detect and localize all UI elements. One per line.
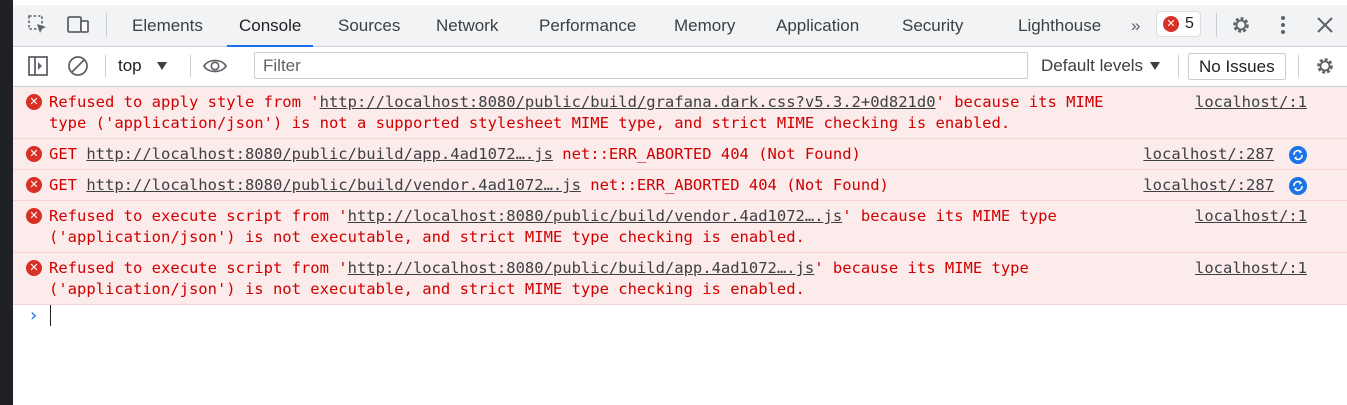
context-selector-label: top (118, 56, 142, 75)
toolbar-divider (190, 55, 191, 77)
console-error-message: ✕ Refused to execute script from 'http://… (13, 201, 1347, 253)
log-levels-label: Default levels (1041, 56, 1144, 75)
devtools-panel: Elements Console Sources Network Performance… (13, 0, 1347, 405)
tab-lighthouse[interactable]: Lighthouse (1006, 5, 1113, 46)
source-location-link[interactable]: localhost/:1 (1195, 92, 1307, 113)
message-prefix: Refused to execute script from ' (49, 259, 348, 277)
network-request-icon[interactable] (1289, 177, 1307, 195)
tab-sources[interactable]: Sources (326, 5, 412, 46)
device-toolbar-icon[interactable] (66, 13, 90, 37)
resource-link[interactable]: http://localhost:8080/public/build/vendo… (86, 176, 581, 194)
message-prefix: GET (49, 176, 87, 194)
close-icon[interactable] (1313, 13, 1337, 37)
more-tabs-button[interactable]: » (1119, 5, 1152, 46)
tabbar-divider (106, 13, 107, 37)
issues-button[interactable]: No Issues (1188, 53, 1286, 80)
console-error-message: ✕ GET http://localhost:8080/public/build/… (13, 170, 1347, 201)
dropdown-arrow-icon (1150, 62, 1161, 70)
dropdown-arrow-icon (156, 62, 167, 70)
error-counter-badge[interactable]: ✕ 5 (1156, 11, 1201, 37)
tab-application[interactable]: Application (764, 5, 871, 46)
message-prefix: Refused to execute script from ' (49, 207, 348, 225)
live-expression-eye-icon[interactable] (203, 54, 227, 78)
error-icon: ✕ (26, 94, 42, 110)
left-gutter (0, 0, 13, 405)
context-selector[interactable]: top (118, 54, 168, 78)
error-icon: ✕ (26, 260, 42, 276)
source-location-link[interactable]: localhost/:1 (1195, 258, 1307, 279)
tab-performance[interactable]: Performance (527, 5, 648, 46)
tab-elements[interactable]: Elements (120, 5, 215, 46)
toolbar-divider (1178, 55, 1179, 77)
tab-console[interactable]: Console (227, 5, 314, 47)
error-icon: ✕ (26, 177, 42, 193)
console-input-caret[interactable] (50, 305, 51, 326)
toolbar-divider (105, 55, 106, 77)
log-levels-dropdown[interactable]: Default levels (1041, 54, 1161, 78)
console-error-message: ✕ GET http://localhost:8080/public/build/… (13, 139, 1347, 170)
message-text: GET http://localhost:8080/public/build/a… (49, 145, 861, 163)
resource-link[interactable]: http://localhost:8080/public/build/app.4… (348, 259, 815, 277)
console-prompt-icon: › (30, 305, 38, 326)
console-toolbar: top Default levels No Issues (13, 47, 1347, 87)
tab-security[interactable]: Security (890, 5, 975, 46)
message-text: Refused to apply style from 'http://loca… (49, 93, 1104, 132)
resource-link[interactable]: http://localhost:8080/public/build/vendo… (348, 207, 843, 225)
clear-console-icon[interactable] (66, 54, 90, 78)
error-icon: ✕ (26, 146, 42, 162)
network-request-icon[interactable] (1289, 146, 1307, 164)
console-error-message: ✕ Refused to apply style from 'http://loc… (13, 87, 1347, 139)
message-text: Refused to execute script from 'http://l… (49, 207, 1057, 246)
devtools-tabbar: Elements Console Sources Network Performance… (13, 5, 1347, 47)
settings-gear-icon[interactable] (1229, 13, 1253, 37)
resource-link[interactable]: http://localhost:8080/public/build/app.4… (86, 145, 553, 163)
console-error-message: ✕ Refused to execute script from 'http://… (13, 253, 1347, 305)
message-suffix: net::ERR_ABORTED 404 (Not Found) (580, 176, 889, 194)
toolbar-divider (1298, 55, 1299, 77)
source-location-link[interactable]: localhost/:1 (1195, 206, 1307, 227)
message-suffix: net::ERR_ABORTED 404 (Not Found) (552, 145, 861, 163)
error-count: 5 (1185, 15, 1194, 32)
inspect-element-icon[interactable] (26, 13, 50, 37)
message-prefix: Refused to apply style from ' (49, 93, 320, 111)
tab-memory[interactable]: Memory (662, 5, 747, 46)
source-location-link[interactable]: localhost/:287 (1143, 144, 1274, 165)
filter-input[interactable] (254, 52, 1028, 79)
message-text: Refused to execute script from 'http://l… (49, 259, 1029, 298)
message-text: GET http://localhost:8080/public/build/v… (49, 176, 889, 194)
more-options-icon[interactable] (1271, 13, 1295, 37)
source-location-link[interactable]: localhost/:287 (1143, 175, 1274, 196)
tab-network[interactable]: Network (424, 5, 510, 46)
message-prefix: GET (49, 145, 87, 163)
sidebar-toggle-icon[interactable] (26, 54, 50, 78)
resource-link[interactable]: http://localhost:8080/public/build/grafa… (320, 93, 936, 111)
console-settings-gear-icon[interactable] (1313, 54, 1337, 78)
error-icon: ✕ (26, 208, 42, 224)
console-messages: ✕ Refused to apply style from 'http://loc… (13, 87, 1347, 305)
tabbar-divider (1216, 13, 1217, 37)
error-icon: ✕ (1163, 16, 1179, 32)
